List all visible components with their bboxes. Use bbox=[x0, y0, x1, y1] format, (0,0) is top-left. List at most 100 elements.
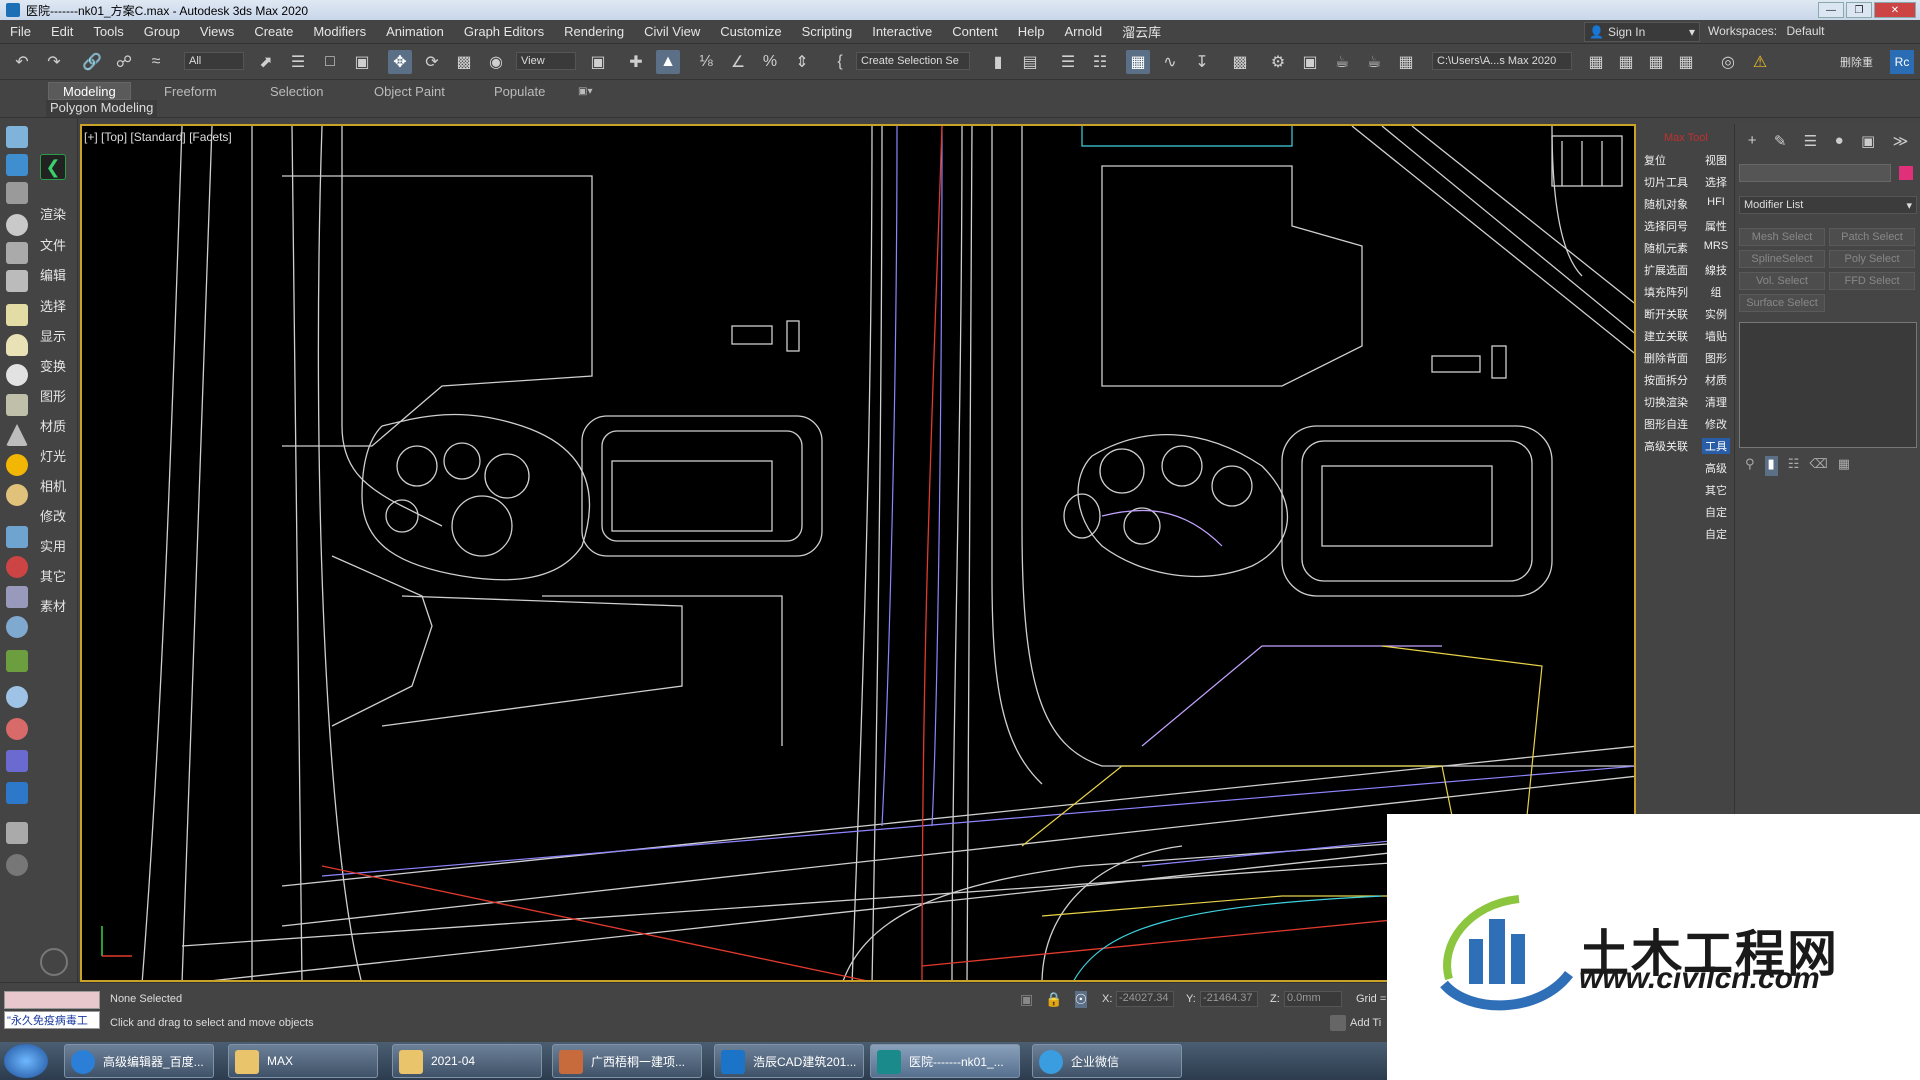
patch-select-button[interactable]: Patch Select bbox=[1829, 228, 1915, 246]
tool-row-0[interactable]: 复位 视图 bbox=[1644, 152, 1730, 168]
menu-arnold[interactable]: Arnold bbox=[1055, 24, 1113, 39]
left-item-edit[interactable]: 编辑 bbox=[40, 265, 66, 284]
left-item-file[interactable]: 文件 bbox=[40, 235, 66, 254]
tool-left-3[interactable]: 选择同号 bbox=[1644, 218, 1688, 234]
left-item-light[interactable]: 灯光 bbox=[40, 446, 66, 465]
menu-animation[interactable]: Animation bbox=[376, 24, 454, 39]
close-button[interactable]: ✕ bbox=[1874, 2, 1916, 18]
material-icon[interactable] bbox=[6, 424, 28, 446]
shape-icon[interactable] bbox=[6, 394, 28, 416]
tool-right-4[interactable]: MRS bbox=[1702, 240, 1730, 256]
gear-blue-icon[interactable] bbox=[6, 616, 28, 638]
settings-gear-icon[interactable] bbox=[40, 948, 68, 976]
tool-right-3[interactable]: 属性 bbox=[1702, 218, 1730, 234]
a360-icon[interactable]: ▦ bbox=[1394, 50, 1418, 74]
asset-icon[interactable] bbox=[6, 586, 28, 608]
tab-selection[interactable]: Selection bbox=[270, 82, 323, 100]
plugin-icon[interactable]: ◎ bbox=[1716, 50, 1740, 74]
sun-icon[interactable] bbox=[6, 454, 28, 476]
motion-tab-icon[interactable]: ● bbox=[1835, 132, 1844, 154]
edit-named-selection-icon[interactable]: { bbox=[828, 50, 852, 74]
create-tab-icon[interactable]: + bbox=[1748, 132, 1757, 154]
tool-left-4[interactable]: 随机元素 bbox=[1644, 240, 1688, 256]
selection-filter-dropdown[interactable]: All bbox=[184, 52, 244, 70]
tool-row-5[interactable]: 扩展选面 線技 bbox=[1644, 262, 1730, 278]
tool-row-3[interactable]: 选择同号 属性 bbox=[1644, 218, 1730, 234]
rect-selection-icon[interactable]: □ bbox=[318, 50, 342, 74]
menu-content[interactable]: Content bbox=[942, 24, 1008, 39]
tool-right-5[interactable]: 線技 bbox=[1702, 262, 1730, 278]
tool-row-8[interactable]: 建立关联 墙贴 bbox=[1644, 328, 1730, 344]
redo-icon[interactable]: ↷ bbox=[42, 50, 66, 74]
bind-space-warp-icon[interactable]: ≈ bbox=[144, 50, 168, 74]
tool-row-4[interactable]: 随机元素 MRS bbox=[1644, 240, 1730, 256]
object-color-swatch[interactable] bbox=[1899, 166, 1913, 180]
left-item-select[interactable]: 选择 bbox=[40, 296, 66, 315]
image-icon[interactable] bbox=[6, 182, 28, 204]
menu-views[interactable]: Views bbox=[190, 24, 244, 39]
tab-freeform[interactable]: Freeform bbox=[164, 82, 217, 100]
ref-coord-dropdown[interactable]: View bbox=[516, 52, 576, 70]
ribbon-options-icon[interactable]: ▣▾ bbox=[578, 82, 592, 100]
select-manipulate-icon[interactable]: ✚ bbox=[624, 50, 648, 74]
project-icon-2[interactable]: ▦ bbox=[1614, 50, 1638, 74]
project-icon-1[interactable]: ▦ bbox=[1584, 50, 1608, 74]
surface-select-button[interactable]: Surface Select bbox=[1739, 294, 1825, 312]
menu-civil-view[interactable]: Civil View bbox=[634, 24, 710, 39]
isolate-icon[interactable]: ▣ bbox=[1020, 991, 1033, 1008]
configure-sets-icon[interactable]: ▦ bbox=[1838, 456, 1850, 476]
render-frame-icon[interactable] bbox=[6, 154, 28, 176]
maxscript-listener-pink[interactable] bbox=[4, 991, 100, 1009]
tool-left-5[interactable]: 扩展选面 bbox=[1644, 262, 1688, 278]
undo-icon[interactable]: ↶ bbox=[10, 50, 34, 74]
tool-right-9[interactable]: 图形 bbox=[1702, 350, 1730, 366]
link-icon[interactable]: 🔗 bbox=[80, 50, 104, 74]
task-guangxi[interactable]: 广西梧桐一建项... bbox=[552, 1044, 702, 1078]
palette-icon[interactable] bbox=[6, 718, 28, 740]
pivot-icon[interactable]: ▣ bbox=[586, 50, 610, 74]
menu-liuyunku[interactable]: 溜云库 bbox=[1112, 22, 1171, 41]
project-icon-4[interactable]: ▦ bbox=[1674, 50, 1698, 74]
scene-icon[interactable] bbox=[6, 242, 28, 264]
keyboard-shortcut-icon[interactable]: ▲ bbox=[656, 50, 680, 74]
help-icon[interactable] bbox=[6, 854, 28, 876]
sphere-icon[interactable] bbox=[6, 686, 28, 708]
tool-right-13[interactable]: 工具 bbox=[1702, 438, 1730, 454]
display-icon[interactable] bbox=[6, 334, 28, 356]
tool-left-13[interactable]: 高级关联 bbox=[1644, 438, 1688, 454]
window-crossing-icon[interactable]: ▣ bbox=[350, 50, 374, 74]
utility-icon[interactable] bbox=[6, 526, 28, 548]
task-3dsmax[interactable]: 医院-------nk01_... bbox=[870, 1044, 1020, 1078]
make-unique-icon[interactable]: ☷ bbox=[1788, 456, 1800, 476]
object-name-field[interactable] bbox=[1739, 164, 1891, 182]
tool-left-8[interactable]: 建立关联 bbox=[1644, 328, 1688, 344]
viewport-label[interactable]: [+] [Top] [Standard] [Facets] bbox=[84, 130, 232, 144]
edit-icon[interactable] bbox=[6, 270, 28, 292]
spline-select-button[interactable]: SplineSelect bbox=[1739, 250, 1825, 268]
left-item-shape[interactable]: 图形 bbox=[40, 386, 66, 405]
tool-row-7[interactable]: 断开关联 实例 bbox=[1644, 306, 1730, 322]
menu-group[interactable]: Group bbox=[134, 24, 190, 39]
tool-right-0[interactable]: 视图 bbox=[1702, 152, 1730, 168]
plant-icon[interactable] bbox=[6, 650, 28, 672]
task-wecom[interactable]: 企业微信 bbox=[1032, 1044, 1182, 1078]
teapot-icon[interactable] bbox=[6, 126, 28, 148]
pin-stack-icon[interactable]: ⚲ bbox=[1745, 456, 1755, 476]
minimize-button[interactable]: — bbox=[1818, 2, 1844, 18]
transform-icon[interactable] bbox=[6, 364, 28, 386]
task-2021-04-folder[interactable]: 2021-04 bbox=[392, 1044, 542, 1078]
percent-snap-icon[interactable]: % bbox=[758, 50, 782, 74]
vray-icon[interactable] bbox=[6, 750, 28, 772]
project-icon-3[interactable]: ▦ bbox=[1644, 50, 1668, 74]
start-button[interactable] bbox=[4, 1044, 48, 1078]
menu-customize[interactable]: Customize bbox=[710, 24, 791, 39]
tool-row-2[interactable]: 随机对象 HFI bbox=[1644, 196, 1730, 212]
tab-modeling[interactable]: Modeling bbox=[48, 82, 131, 100]
project-path-dropdown[interactable]: C:\Users\A...s Max 2020 bbox=[1432, 52, 1572, 70]
tool-right-12[interactable]: 修改 bbox=[1702, 416, 1730, 432]
left-item-camera[interactable]: 相机 bbox=[40, 476, 66, 495]
utilities-tab-icon[interactable]: ≫ bbox=[1893, 132, 1909, 154]
task-gstarcad[interactable]: 浩辰CAD建筑201... bbox=[714, 1044, 864, 1078]
rotate-icon[interactable]: ⟳ bbox=[420, 50, 444, 74]
tool-right-7[interactable]: 实例 bbox=[1702, 306, 1730, 322]
